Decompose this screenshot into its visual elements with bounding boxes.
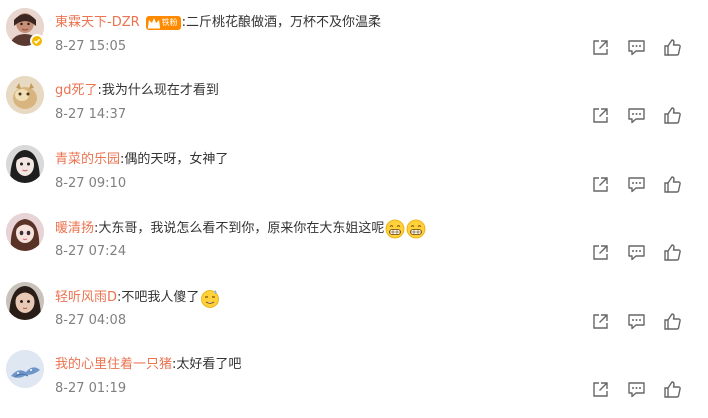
username[interactable]: 東霖天下-DZR [55, 14, 140, 32]
like-icon[interactable] [663, 38, 682, 57]
avatar[interactable] [6, 76, 44, 114]
comment-time: 8-27 04:08 [55, 313, 127, 328]
verified-badge-icon [30, 34, 44, 48]
like-icon[interactable] [663, 243, 682, 262]
comment-actions [591, 380, 682, 399]
comment-text: 二斤桃花酿做酒，万杯不及你温柔 [186, 15, 382, 30]
comment-actions [591, 243, 682, 262]
comment-line: 東霖天下-DZR 铁粉 : 二斤桃花酿做酒，万杯不及你温柔 [55, 14, 381, 32]
fan-badge-label: 铁粉 [161, 18, 178, 27]
comment-text: 不吧我人傻了 [121, 290, 200, 305]
like-icon[interactable] [663, 380, 682, 399]
comment-item: 青菜的乐园 : 偶的天呀，女神了 8-27 09:10 [0, 145, 708, 213]
comment-text: 大东哥，我说怎么看不到你，原来你在大东姐这呢 [98, 221, 385, 236]
comment-icon[interactable] [627, 380, 646, 399]
comment-actions [591, 106, 682, 125]
share-icon[interactable] [591, 38, 610, 57]
avatar[interactable] [6, 145, 44, 183]
comment-line: 轻听风雨D : 不吧我人傻了 [55, 288, 220, 308]
comment-item: 轻听风雨D : 不吧我人傻了 8-27 04:08 [0, 282, 708, 350]
share-icon[interactable] [591, 380, 610, 399]
username[interactable]: gd死了 [55, 82, 98, 100]
comment-text: 太好看了吧 [176, 357, 242, 372]
username[interactable]: 我的心里住着一只猪 [55, 356, 172, 374]
comment-icon[interactable] [627, 175, 646, 194]
avatar[interactable] [6, 350, 44, 388]
comment-icon[interactable] [627, 106, 646, 125]
comment-time: 8-27 09:10 [55, 176, 127, 191]
avatar[interactable] [6, 213, 44, 251]
comment-time: 8-27 15:05 [55, 39, 127, 54]
grin-emoji-icon [385, 219, 405, 239]
like-icon[interactable] [663, 106, 682, 125]
comment-text: 我为什么现在才看到 [101, 83, 219, 98]
comment-icon[interactable] [627, 38, 646, 57]
crown-icon [147, 18, 160, 29]
share-icon[interactable] [591, 243, 610, 262]
comment-time: 8-27 07:24 [55, 244, 127, 259]
comment-actions [591, 175, 682, 194]
grin-emoji-icon [406, 219, 426, 239]
comment-line: 暖清扬 : 大东哥，我说怎么看不到你，原来你在大东姐这呢 [55, 219, 426, 239]
fan-badge: 铁粉 [145, 16, 181, 30]
username[interactable]: 青菜的乐园 [55, 151, 120, 169]
share-icon[interactable] [591, 106, 610, 125]
comment-actions [591, 38, 682, 57]
comment-time: 8-27 01:19 [55, 381, 127, 396]
share-icon[interactable] [591, 175, 610, 194]
sweat-emoji-icon [200, 288, 220, 308]
comment-text: 偶的天呀，女神了 [124, 152, 229, 167]
comment-item: 暖清扬 : 大东哥，我说怎么看不到你，原来你在大东姐这呢 8-27 07:24 [0, 213, 708, 281]
like-icon[interactable] [663, 175, 682, 194]
like-icon[interactable] [663, 312, 682, 331]
comment-line: 青菜的乐园 : 偶的天呀，女神了 [55, 151, 228, 169]
username[interactable]: 暖清扬 [55, 220, 94, 238]
share-icon[interactable] [591, 312, 610, 331]
comment-icon[interactable] [627, 312, 646, 331]
comment-actions [591, 312, 682, 331]
username[interactable]: 轻听风雨D [55, 289, 117, 307]
comment-item: 東霖天下-DZR 铁粉 : 二斤桃花酿做酒，万杯不及你温柔 8-27 15:05 [0, 8, 708, 76]
avatar[interactable] [6, 282, 44, 320]
comment-icon[interactable] [627, 243, 646, 262]
comment-item: 我的心里住着一只猪 : 太好看了吧 8-27 01:19 [0, 350, 708, 418]
comment-line: 我的心里住着一只猪 : 太好看了吧 [55, 356, 241, 374]
comment-time: 8-27 14:37 [55, 107, 127, 122]
comment-line: gd死了 : 我为什么现在才看到 [55, 82, 219, 100]
comment-item: gd死了 : 我为什么现在才看到 8-27 14:37 [0, 76, 708, 144]
